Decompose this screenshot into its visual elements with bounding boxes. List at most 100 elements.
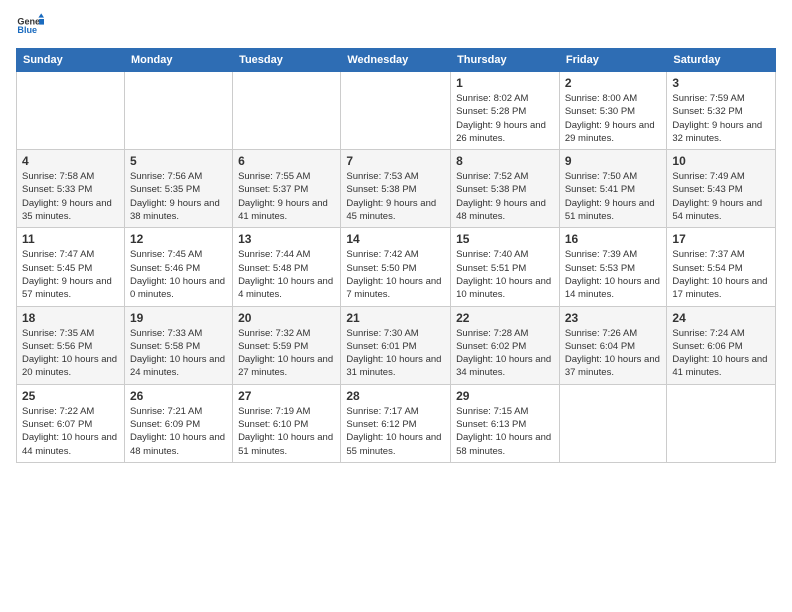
day-number: 6 <box>238 154 335 168</box>
day-info: Sunrise: 7:52 AMSunset: 5:38 PMDaylight:… <box>456 170 554 223</box>
calendar-cell <box>667 384 776 462</box>
calendar-cell <box>124 72 232 150</box>
calendar-cell: 18Sunrise: 7:35 AMSunset: 5:56 PMDayligh… <box>17 306 125 384</box>
day-number: 21 <box>346 311 445 325</box>
calendar-cell: 24 Sunrise: 7:24 AMSunset: 6:06 PMDayligh… <box>667 306 776 384</box>
calendar-table: SundayMondayTuesdayWednesdayThursdayFrid… <box>16 48 776 463</box>
calendar-cell: 27 Sunrise: 7:19 AMSunset: 6:10 PMDayligh… <box>233 384 341 462</box>
day-info: Sunrise: 7:39 AMSunset: 5:53 PMDaylight:… <box>565 248 662 301</box>
calendar-cell: 29 Sunrise: 7:15 AMSunset: 6:13 PMDayligh… <box>451 384 560 462</box>
day-number: 17 <box>672 232 770 246</box>
weekday-header: Thursday <box>451 49 560 72</box>
calendar-cell: 8 Sunrise: 7:52 AMSunset: 5:38 PMDaylight… <box>451 150 560 228</box>
day-number: 3 <box>672 76 770 90</box>
day-info: Sunrise: 7:55 AMSunset: 5:37 PMDaylight:… <box>238 170 335 223</box>
day-number: 16 <box>565 232 662 246</box>
logo: General Blue <box>16 12 44 40</box>
day-number: 26 <box>130 389 227 403</box>
day-info: Sunrise: 7:44 AMSunset: 5:48 PMDaylight:… <box>238 248 335 301</box>
day-info: Sunrise: 7:22 AMSunset: 6:07 PMDaylight:… <box>22 405 119 458</box>
day-number: 7 <box>346 154 445 168</box>
day-number: 25 <box>22 389 119 403</box>
day-number: 4 <box>22 154 119 168</box>
calendar-cell: 12 Sunrise: 7:45 AMSunset: 5:46 PMDayligh… <box>124 228 232 306</box>
day-info: Sunrise: 7:24 AMSunset: 6:06 PMDaylight:… <box>672 327 770 380</box>
day-info: Sunrise: 7:58 AMSunset: 5:33 PMDaylight:… <box>22 170 119 223</box>
day-number: 11 <box>22 232 119 246</box>
weekday-header: Monday <box>124 49 232 72</box>
calendar-cell: 16 Sunrise: 7:39 AMSunset: 5:53 PMDayligh… <box>559 228 667 306</box>
day-number: 29 <box>456 389 554 403</box>
calendar-cell: 17 Sunrise: 7:37 AMSunset: 5:54 PMDayligh… <box>667 228 776 306</box>
weekday-header: Wednesday <box>341 49 451 72</box>
calendar-cell: 23 Sunrise: 7:26 AMSunset: 6:04 PMDayligh… <box>559 306 667 384</box>
calendar-cell: 1Sunrise: 8:02 AMSunset: 5:28 PMDaylight… <box>451 72 560 150</box>
calendar-cell: 4 Sunrise: 7:58 AMSunset: 5:33 PMDaylight… <box>17 150 125 228</box>
day-info: Sunrise: 7:40 AMSunset: 5:51 PMDaylight:… <box>456 248 554 301</box>
day-info: Sunrise: 7:28 AMSunset: 6:02 PMDaylight:… <box>456 327 554 380</box>
day-info: Sunrise: 7:37 AMSunset: 5:54 PMDaylight:… <box>672 248 770 301</box>
calendar-cell: 7 Sunrise: 7:53 AMSunset: 5:38 PMDaylight… <box>341 150 451 228</box>
calendar-cell: 15 Sunrise: 7:40 AMSunset: 5:51 PMDayligh… <box>451 228 560 306</box>
day-info: Sunrise: 7:19 AMSunset: 6:10 PMDaylight:… <box>238 405 335 458</box>
day-info: Sunrise: 7:49 AMSunset: 5:43 PMDaylight:… <box>672 170 770 223</box>
day-info: Sunrise: 7:45 AMSunset: 5:46 PMDaylight:… <box>130 248 227 301</box>
svg-text:Blue: Blue <box>17 25 37 35</box>
calendar-cell: 11 Sunrise: 7:47 AMSunset: 5:45 PMDayligh… <box>17 228 125 306</box>
calendar-cell: 9 Sunrise: 7:50 AMSunset: 5:41 PMDaylight… <box>559 150 667 228</box>
calendar-cell: 22 Sunrise: 7:28 AMSunset: 6:02 PMDayligh… <box>451 306 560 384</box>
weekday-header: Friday <box>559 49 667 72</box>
day-info: Sunrise: 7:59 AMSunset: 5:32 PMDaylight:… <box>672 92 770 145</box>
day-info: Sunrise: 7:30 AMSunset: 6:01 PMDaylight:… <box>346 327 445 380</box>
day-number: 12 <box>130 232 227 246</box>
day-number: 22 <box>456 311 554 325</box>
day-number: 15 <box>456 232 554 246</box>
calendar-week-row: 11 Sunrise: 7:47 AMSunset: 5:45 PMDayligh… <box>17 228 776 306</box>
day-info: Sunrise: 7:47 AMSunset: 5:45 PMDaylight:… <box>22 248 119 301</box>
calendar-cell: 25 Sunrise: 7:22 AMSunset: 6:07 PMDayligh… <box>17 384 125 462</box>
day-number: 19 <box>130 311 227 325</box>
day-number: 13 <box>238 232 335 246</box>
day-info: Sunrise: 7:53 AMSunset: 5:38 PMDaylight:… <box>346 170 445 223</box>
day-info: Sunrise: 7:50 AMSunset: 5:41 PMDaylight:… <box>565 170 662 223</box>
day-number: 10 <box>672 154 770 168</box>
day-number: 8 <box>456 154 554 168</box>
page-header: General Blue <box>16 12 776 40</box>
calendar-week-row: 4 Sunrise: 7:58 AMSunset: 5:33 PMDaylight… <box>17 150 776 228</box>
calendar-cell: 13 Sunrise: 7:44 AMSunset: 5:48 PMDayligh… <box>233 228 341 306</box>
day-info: Sunrise: 7:56 AMSunset: 5:35 PMDaylight:… <box>130 170 227 223</box>
calendar-cell <box>233 72 341 150</box>
weekday-header: Tuesday <box>233 49 341 72</box>
day-info: Sunrise: 7:32 AMSunset: 5:59 PMDaylight:… <box>238 327 335 380</box>
calendar-cell <box>17 72 125 150</box>
day-number: 28 <box>346 389 445 403</box>
day-info: Sunrise: 7:42 AMSunset: 5:50 PMDaylight:… <box>346 248 445 301</box>
day-number: 20 <box>238 311 335 325</box>
calendar-cell: 6 Sunrise: 7:55 AMSunset: 5:37 PMDaylight… <box>233 150 341 228</box>
day-number: 2 <box>565 76 662 90</box>
day-info: Sunrise: 7:15 AMSunset: 6:13 PMDaylight:… <box>456 405 554 458</box>
calendar-cell: 5 Sunrise: 7:56 AMSunset: 5:35 PMDaylight… <box>124 150 232 228</box>
calendar-cell: 28Sunrise: 7:17 AMSunset: 6:12 PMDayligh… <box>341 384 451 462</box>
day-number: 27 <box>238 389 335 403</box>
day-info: Sunrise: 8:00 AMSunset: 5:30 PMDaylight:… <box>565 92 662 145</box>
day-number: 5 <box>130 154 227 168</box>
calendar-cell: 10 Sunrise: 7:49 AMSunset: 5:43 PMDayligh… <box>667 150 776 228</box>
calendar-cell: 21 Sunrise: 7:30 AMSunset: 6:01 PMDayligh… <box>341 306 451 384</box>
weekday-header: Saturday <box>667 49 776 72</box>
day-info: Sunrise: 7:26 AMSunset: 6:04 PMDaylight:… <box>565 327 662 380</box>
day-info: Sunrise: 7:35 AMSunset: 5:56 PMDaylight:… <box>22 327 119 380</box>
weekday-header-row: SundayMondayTuesdayWednesdayThursdayFrid… <box>17 49 776 72</box>
day-number: 1 <box>456 76 554 90</box>
calendar-cell: 19 Sunrise: 7:33 AMSunset: 5:58 PMDayligh… <box>124 306 232 384</box>
calendar-cell: 14Sunrise: 7:42 AMSunset: 5:50 PMDayligh… <box>341 228 451 306</box>
weekday-header: Sunday <box>17 49 125 72</box>
calendar-cell: 20 Sunrise: 7:32 AMSunset: 5:59 PMDayligh… <box>233 306 341 384</box>
calendar-cell: 26 Sunrise: 7:21 AMSunset: 6:09 PMDayligh… <box>124 384 232 462</box>
day-number: 23 <box>565 311 662 325</box>
day-number: 24 <box>672 311 770 325</box>
day-number: 9 <box>565 154 662 168</box>
logo-icon: General Blue <box>16 12 44 40</box>
day-info: Sunrise: 7:33 AMSunset: 5:58 PMDaylight:… <box>130 327 227 380</box>
day-info: Sunrise: 7:21 AMSunset: 6:09 PMDaylight:… <box>130 405 227 458</box>
